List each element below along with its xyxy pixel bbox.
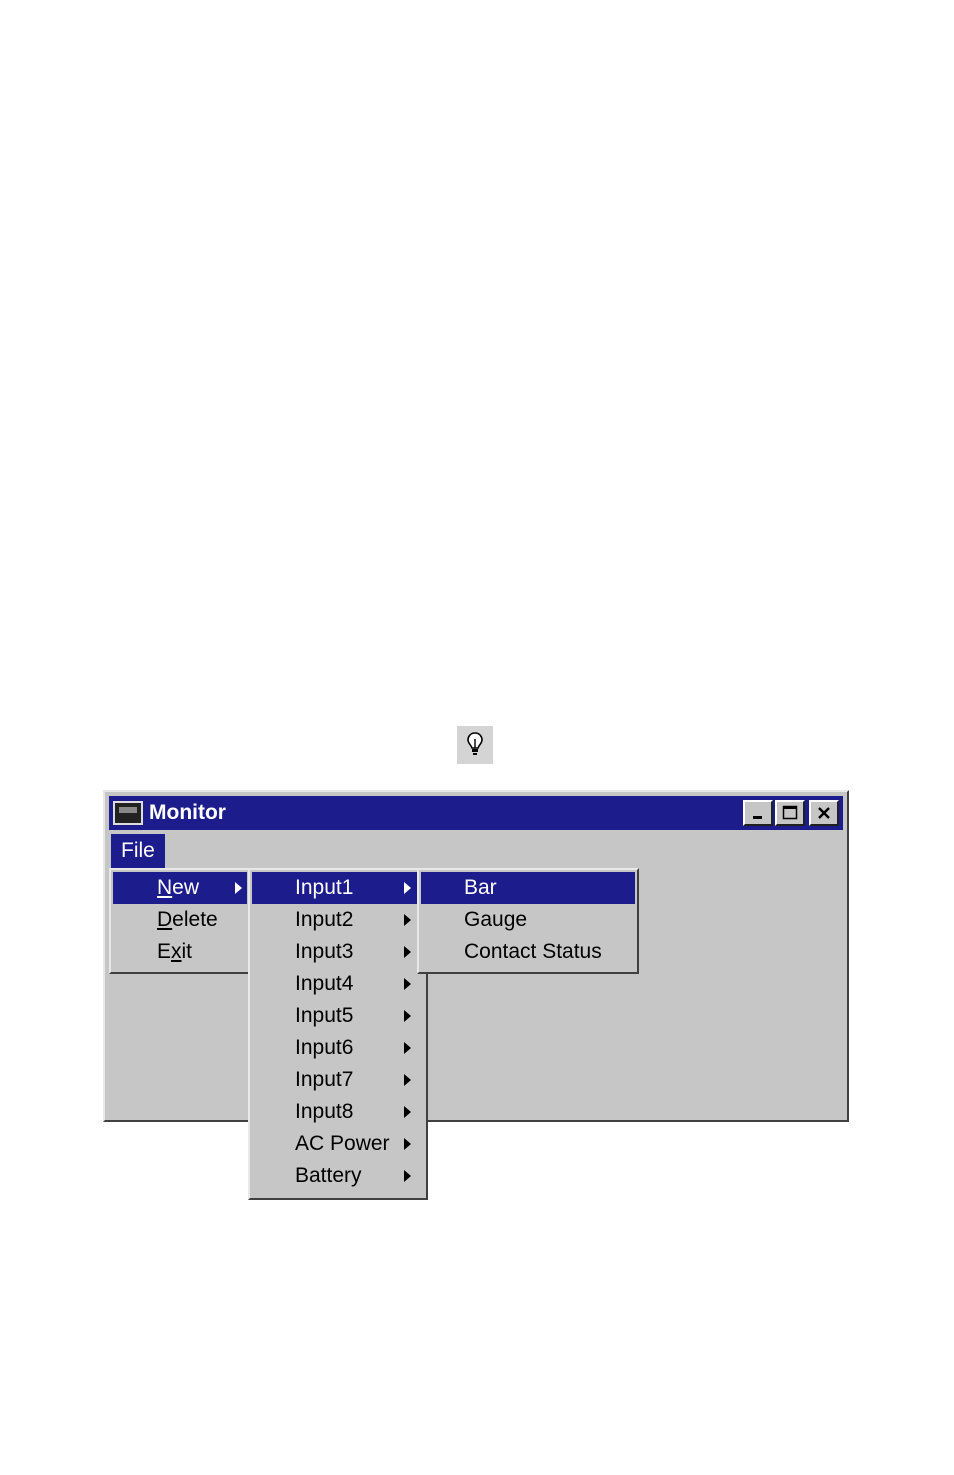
submenu-arrow-icon [404, 914, 411, 926]
submenu-arrow-icon [404, 1170, 411, 1182]
menu-item-label: Contact Status [464, 940, 602, 963]
submenu-arrow-icon [404, 978, 411, 990]
minimize-button[interactable] [743, 800, 773, 826]
menu-item-label: Battery [295, 1164, 362, 1187]
submenu-arrow-icon [404, 1106, 411, 1118]
lightbulb-icon [457, 726, 493, 764]
menu-item-label: Input6 [295, 1036, 354, 1059]
inputs-submenu: Input1 Input2 Input3 Input4 Input5 Input… [248, 868, 428, 1200]
display-type-submenu: Bar Gauge Contact Status [417, 868, 639, 974]
menu-item-label: Input2 [295, 908, 354, 931]
submenu-arrow-icon [404, 1042, 411, 1054]
menu-item-label: AC Power [295, 1132, 390, 1155]
submenu-arrow-icon [404, 882, 411, 894]
menu-item-input3[interactable]: Input3 [252, 936, 424, 968]
submenu-arrow-icon [404, 1074, 411, 1086]
menu-item-exit-label: Exit [157, 940, 193, 963]
menu-item-delete-label: Delete [157, 908, 218, 931]
monitor-app-icon[interactable] [113, 801, 143, 825]
menu-item-ac-power[interactable]: AC Power [252, 1128, 424, 1160]
file-menu: New Delete Exit [109, 868, 251, 974]
menu-item-label: Input5 [295, 1004, 354, 1027]
close-icon [818, 807, 830, 819]
menu-item-new[interactable]: New [113, 872, 247, 904]
title-bar[interactable]: Monitor [109, 796, 843, 830]
menu-item-input5[interactable]: Input5 [252, 1000, 424, 1032]
menu-item-label: Gauge [464, 908, 528, 931]
close-button[interactable] [809, 800, 839, 826]
menu-bar: File [111, 834, 165, 868]
menu-item-input8[interactable]: Input8 [252, 1096, 424, 1128]
menu-item-input4[interactable]: Input4 [252, 968, 424, 1000]
submenu-arrow-icon [404, 1138, 411, 1150]
submenu-arrow-icon [404, 1010, 411, 1022]
menu-item-delete[interactable]: Delete [113, 904, 247, 936]
window-title: Monitor [149, 801, 226, 824]
menu-file[interactable]: File [111, 834, 165, 868]
menu-item-label: Input7 [295, 1068, 354, 1091]
menu-item-battery[interactable]: Battery [252, 1160, 424, 1192]
menu-item-label: Input1 [295, 876, 354, 899]
minimize-icon [753, 816, 762, 819]
maximize-icon [782, 805, 798, 820]
menu-item-contact-status[interactable]: Contact Status [421, 936, 635, 968]
menu-item-exit[interactable]: Exit [113, 936, 247, 968]
maximize-button[interactable] [775, 800, 805, 826]
menu-item-gauge[interactable]: Gauge [421, 904, 635, 936]
menu-item-input2[interactable]: Input2 [252, 904, 424, 936]
menu-item-label: Input8 [295, 1100, 354, 1123]
menu-item-bar[interactable]: Bar [421, 872, 635, 904]
menu-item-label: Input4 [295, 972, 354, 995]
menu-item-input7[interactable]: Input7 [252, 1064, 424, 1096]
menu-item-input1[interactable]: Input1 [252, 872, 424, 904]
submenu-arrow-icon [404, 946, 411, 958]
menu-item-input6[interactable]: Input6 [252, 1032, 424, 1064]
menu-item-new-label: New [157, 876, 200, 899]
menu-item-label: Input3 [295, 940, 354, 963]
menu-item-label: Bar [464, 876, 497, 899]
submenu-arrow-icon [235, 882, 242, 894]
